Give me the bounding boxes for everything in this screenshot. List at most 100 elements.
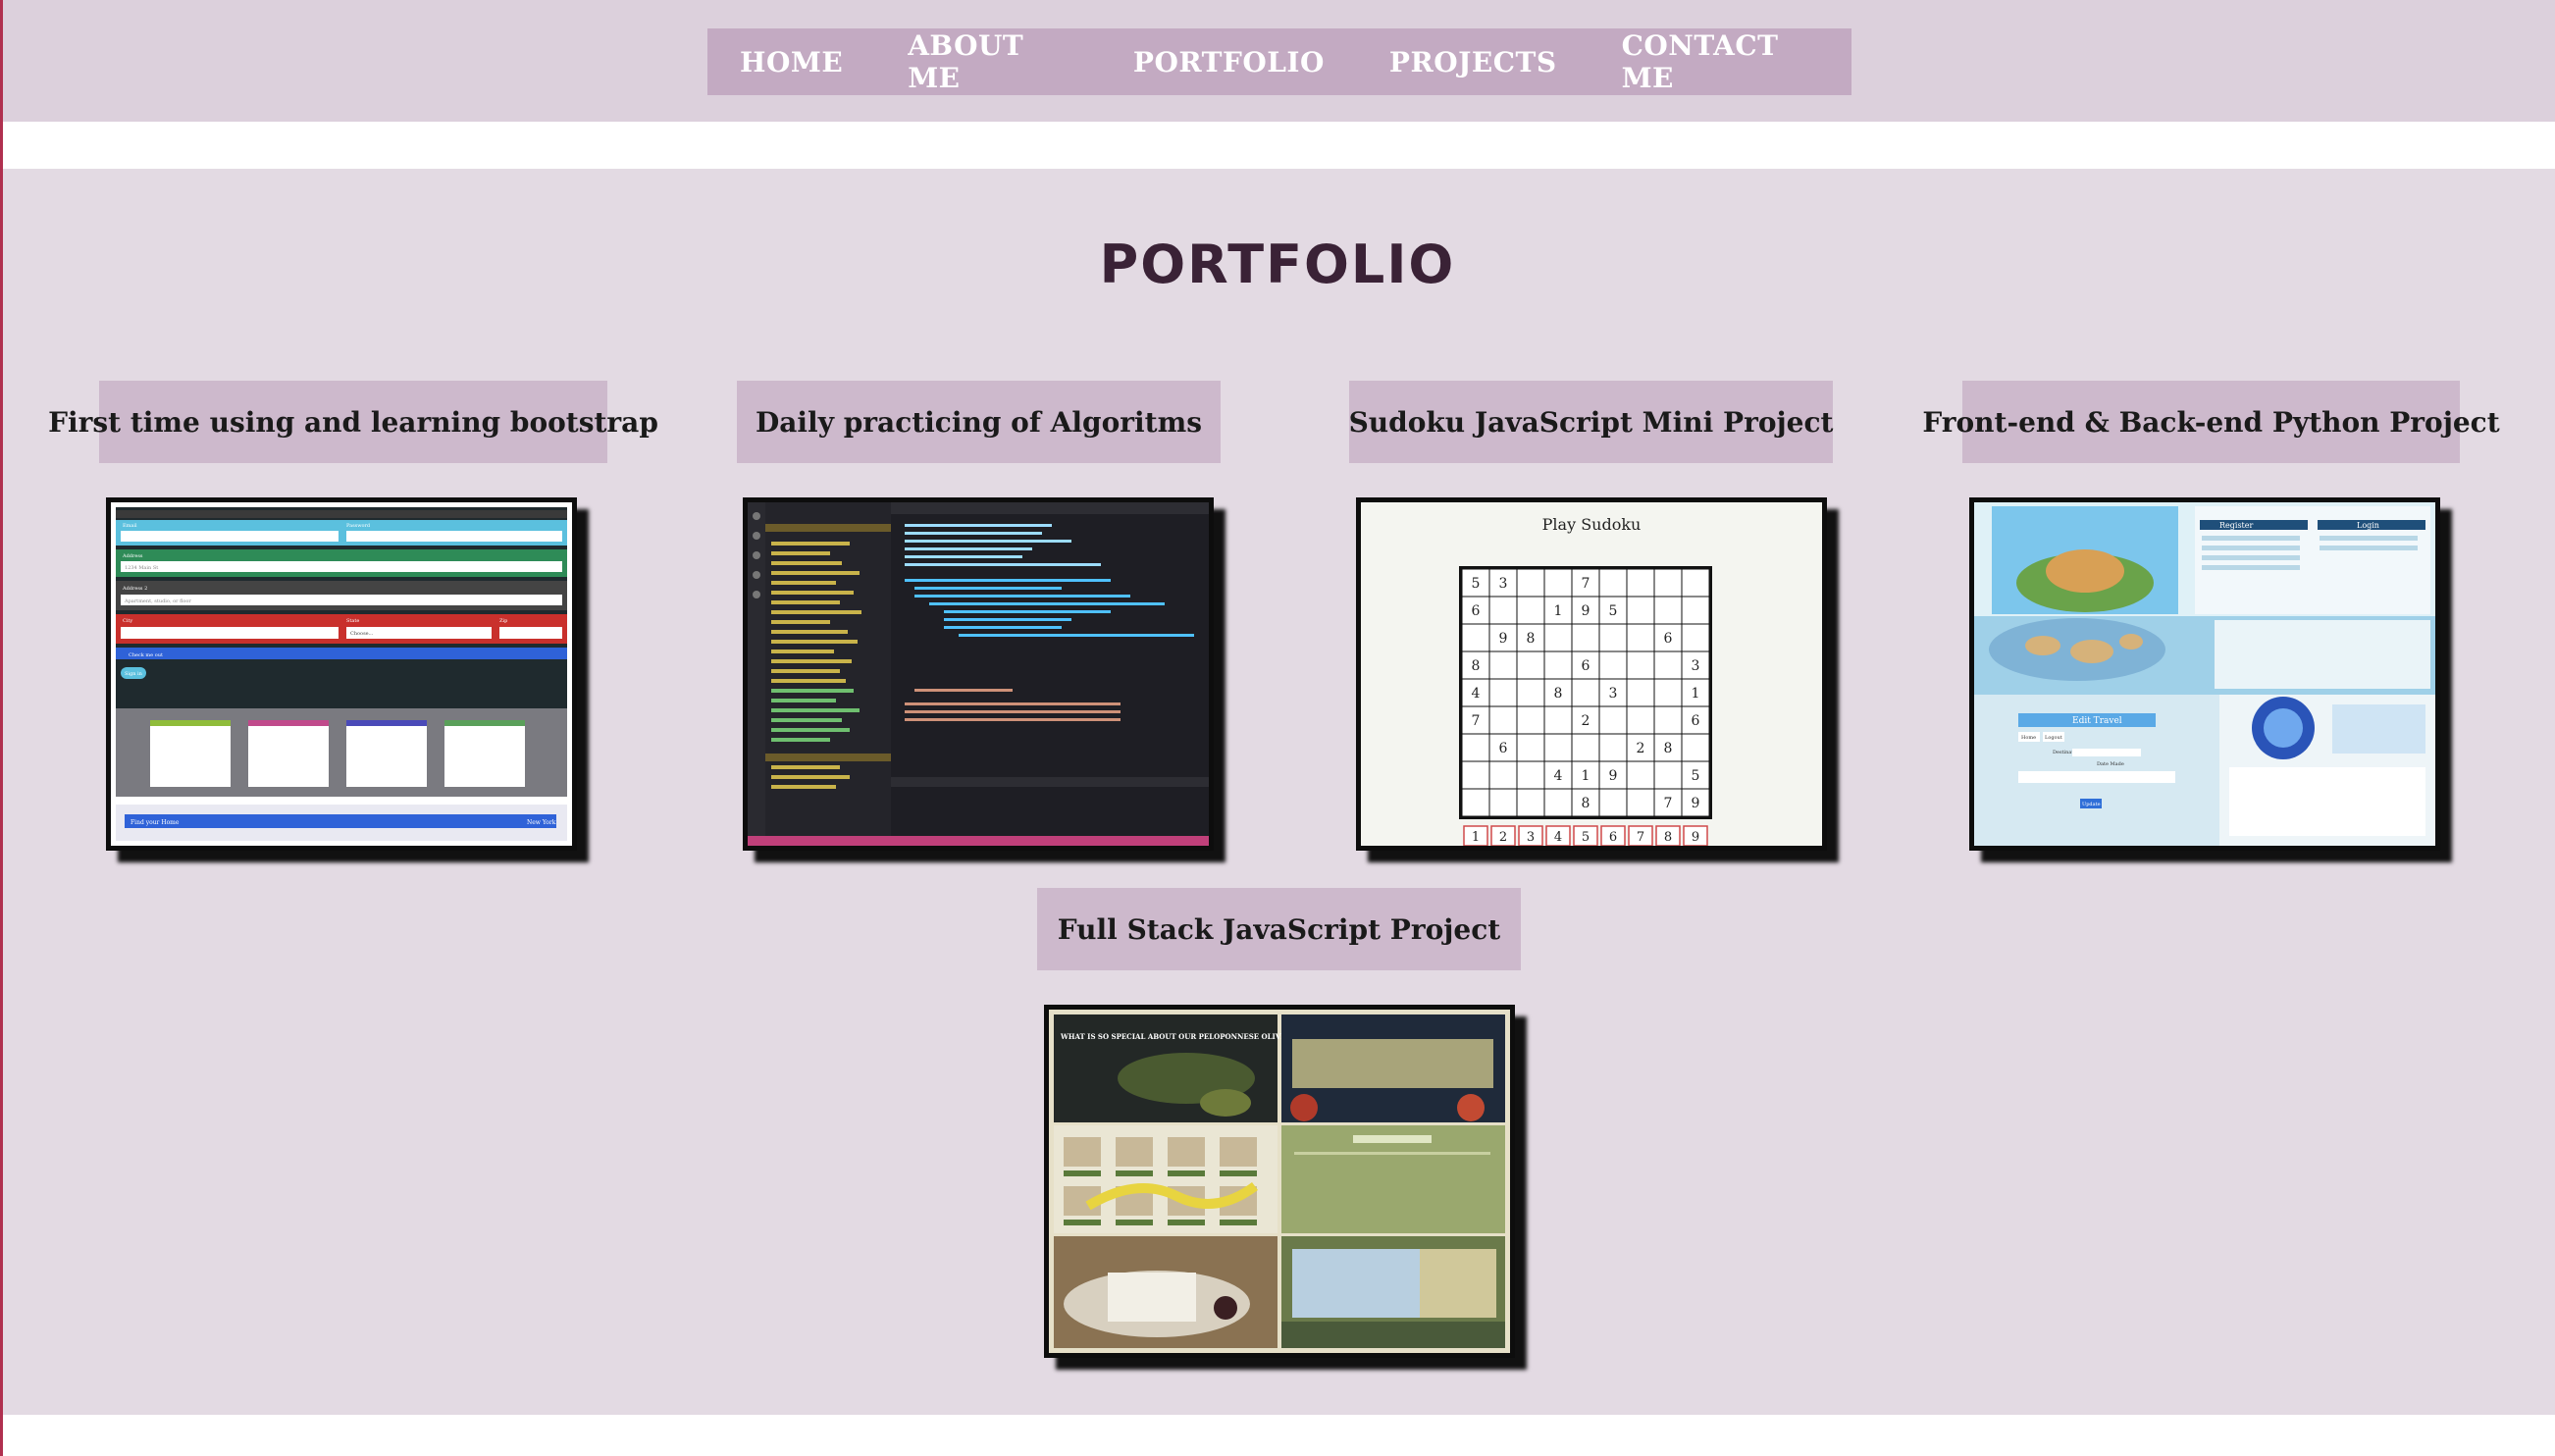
sudoku-cell-value: 7 (1582, 576, 1590, 592)
sudoku-cell[interactable] (1599, 651, 1627, 679)
sudoku-cell[interactable] (1627, 789, 1654, 816)
sudoku-cell-value: 6 (1499, 741, 1508, 756)
project-title-bootstrap: First time using and learning bootstrap (48, 381, 658, 463)
sudoku-cell[interactable] (1654, 569, 1682, 597)
sudoku-cell[interactable] (1654, 679, 1682, 706)
sudoku-cell[interactable] (1517, 734, 1544, 761)
project-thumbnail-python[interactable]: Register Login Edit Travel Home Logout D… (1969, 497, 2440, 851)
thumb-label: Home (2021, 735, 2036, 741)
thumb-label: Password (346, 523, 371, 529)
sudoku-cell[interactable] (1599, 734, 1627, 761)
thumb-label: Zip (499, 618, 507, 624)
sudoku-cell[interactable] (1517, 761, 1544, 789)
sudoku-cell[interactable] (1682, 597, 1709, 624)
thumb-label: Edit Travel (2072, 716, 2122, 726)
sudoku-cell[interactable] (1489, 679, 1517, 706)
sudoku-digit-label: 1 (1472, 830, 1480, 845)
sudoku-cell[interactable] (1489, 706, 1517, 734)
thumb-label: Logout (2045, 735, 2062, 741)
sudoku-cell-value: 9 (1582, 603, 1590, 619)
sudoku-cell[interactable] (1627, 569, 1654, 597)
sudoku-cell[interactable] (1462, 624, 1489, 651)
sudoku-cell[interactable] (1462, 761, 1489, 789)
sudoku-cell-value: 6 (1692, 713, 1700, 729)
nav-contact-me[interactable]: CONTACT ME (1590, 29, 1851, 94)
sudoku-cell[interactable] (1627, 706, 1654, 734)
nav-home[interactable]: HOME (707, 46, 875, 78)
thumb-label: Find your Home (130, 819, 180, 826)
project-title-algorithms: Daily practicing of Algoritms (737, 381, 1221, 463)
sudoku-cell[interactable] (1627, 597, 1654, 624)
project-thumbnail-bootstrap[interactable]: Email Password Address 1234 Main St Addr… (106, 497, 577, 851)
sudoku-cell[interactable] (1517, 706, 1544, 734)
sudoku-cell[interactable] (1572, 624, 1599, 651)
thumb-label: 1234 Main St (125, 565, 158, 571)
sudoku-cell[interactable] (1517, 789, 1544, 816)
thumb-label: Address (122, 553, 143, 559)
sudoku-cell-value: 7 (1472, 713, 1481, 729)
thumb-label: WHAT IS SO SPECIAL ABOUT OUR PELOPONNESE… (1060, 1032, 1295, 1041)
nav-projects[interactable]: PROJECTS (1357, 46, 1590, 78)
sudoku-cell[interactable] (1544, 734, 1572, 761)
sudoku-cell-value: 8 (1554, 686, 1563, 702)
sudoku-cell[interactable] (1544, 789, 1572, 816)
sudoku-cell[interactable] (1517, 597, 1544, 624)
thumb-label: Address 2 (122, 586, 147, 592)
sudoku-cell[interactable] (1462, 789, 1489, 816)
thumb-label: Update (2082, 802, 2101, 807)
sudoku-cell[interactable] (1517, 679, 1544, 706)
sudoku-cell[interactable] (1544, 569, 1572, 597)
thumb-label: Sign in (125, 671, 143, 677)
sudoku-cell[interactable] (1682, 569, 1709, 597)
thumb-label: Apartment, studio, or floor (124, 598, 191, 604)
project-thumbnail-fullstack[interactable]: WHAT IS SO SPECIAL ABOUT OUR PELOPONNESE… (1044, 1005, 1515, 1358)
sudoku-cell-value: 3 (1499, 576, 1508, 592)
nav-about-me[interactable]: ABOUT ME (875, 29, 1101, 94)
sudoku-cell[interactable] (1489, 761, 1517, 789)
sudoku-digit-label: 5 (1582, 830, 1590, 845)
thumb-label: City (123, 618, 132, 624)
thumb-label: New York (527, 819, 556, 826)
project-title-fullstack: Full Stack JavaScript Project (1037, 888, 1521, 970)
sudoku-cell[interactable] (1517, 569, 1544, 597)
sudoku-cell[interactable] (1462, 734, 1489, 761)
sudoku-digit-label: 2 (1499, 830, 1507, 845)
sudoku-cell-value: 2 (1582, 713, 1590, 729)
sudoku-cell[interactable] (1544, 624, 1572, 651)
sudoku-cell[interactable] (1599, 569, 1627, 597)
project-thumbnail-sudoku[interactable]: Play Sudoku 5 3 7 6 1 9 5 9 8 6 8 6 3 4 8 3 1 7 2 6 6 2 8 4 1 9 5 8… (1356, 497, 1827, 851)
sudoku-cell[interactable] (1654, 651, 1682, 679)
sudoku-cell[interactable] (1517, 651, 1544, 679)
sudoku-cell[interactable] (1544, 706, 1572, 734)
sudoku-cell[interactable] (1489, 789, 1517, 816)
sudoku-cell[interactable] (1572, 679, 1599, 706)
project-thumbnail-algorithms[interactable] (743, 497, 1214, 851)
sudoku-cell[interactable] (1682, 734, 1709, 761)
sudoku-cell[interactable] (1599, 789, 1627, 816)
thumb-label: Register (2219, 521, 2253, 530)
sudoku-cell[interactable] (1627, 651, 1654, 679)
sudoku-cell-value: 9 (1692, 796, 1700, 811)
sudoku-cell[interactable] (1627, 679, 1654, 706)
sudoku-cell-value: 8 (1664, 741, 1673, 756)
sudoku-cell-value: 5 (1472, 576, 1481, 592)
sudoku-cell[interactable] (1489, 651, 1517, 679)
sudoku-cell[interactable] (1682, 624, 1709, 651)
sudoku-cell-value: 1 (1692, 686, 1700, 702)
sudoku-cell-value: 2 (1637, 741, 1645, 756)
sudoku-cell[interactable] (1489, 597, 1517, 624)
sudoku-cell[interactable] (1599, 706, 1627, 734)
sudoku-cell[interactable] (1627, 761, 1654, 789)
sudoku-cell[interactable] (1654, 761, 1682, 789)
sudoku-cell-value: 4 (1472, 686, 1481, 702)
nav-portfolio[interactable]: PORTFOLIO (1101, 46, 1357, 78)
sudoku-cell[interactable] (1654, 597, 1682, 624)
page-title: PORTFOLIO (1099, 234, 1456, 295)
sudoku-cell[interactable] (1544, 651, 1572, 679)
sudoku-cell[interactable] (1599, 624, 1627, 651)
sudoku-cell[interactable] (1654, 706, 1682, 734)
sudoku-digit-label: 6 (1609, 830, 1617, 845)
sudoku-cell[interactable] (1572, 734, 1599, 761)
sudoku-cell[interactable] (1627, 624, 1654, 651)
sudoku-cell-value: 6 (1582, 658, 1590, 674)
